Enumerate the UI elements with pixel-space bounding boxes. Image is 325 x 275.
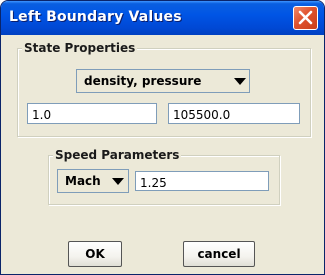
ok-button[interactable]: OK xyxy=(68,241,122,267)
window-title: Left Boundary Values xyxy=(9,9,182,25)
speed-value-field[interactable]: 1.25 xyxy=(135,171,269,191)
state-value2-text: 105500.0 xyxy=(173,108,231,122)
close-button[interactable] xyxy=(293,6,318,30)
state-properties-selected: density, pressure xyxy=(84,74,202,88)
close-icon xyxy=(298,10,313,25)
state-value1-field[interactable]: 1.0 xyxy=(27,103,157,124)
state-properties-group: State Properties density, pressure 1.0 1… xyxy=(17,40,311,137)
cancel-button[interactable]: cancel xyxy=(183,241,255,267)
title-bar[interactable]: Left Boundary Values xyxy=(1,1,324,35)
state-value2-field[interactable]: 105500.0 xyxy=(168,103,300,124)
dialog-window: Left Boundary Values State Properties de… xyxy=(0,0,325,275)
speed-parameters-dropdown[interactable]: Mach xyxy=(57,169,129,193)
state-properties-dropdown[interactable]: density, pressure xyxy=(76,69,250,93)
chevron-down-icon xyxy=(112,178,124,185)
speed-parameters-title: Speed Parameters xyxy=(53,147,182,163)
speed-value-text: 1.25 xyxy=(140,176,167,190)
state-value1-text: 1.0 xyxy=(32,108,52,122)
state-properties-title: State Properties xyxy=(22,40,138,56)
chevron-down-icon xyxy=(234,78,246,85)
dialog-content: State Properties density, pressure 1.0 1… xyxy=(4,35,321,272)
speed-parameters-selected: Mach xyxy=(65,174,101,188)
speed-parameters-group: Speed Parameters Mach 1.25 xyxy=(48,147,280,205)
